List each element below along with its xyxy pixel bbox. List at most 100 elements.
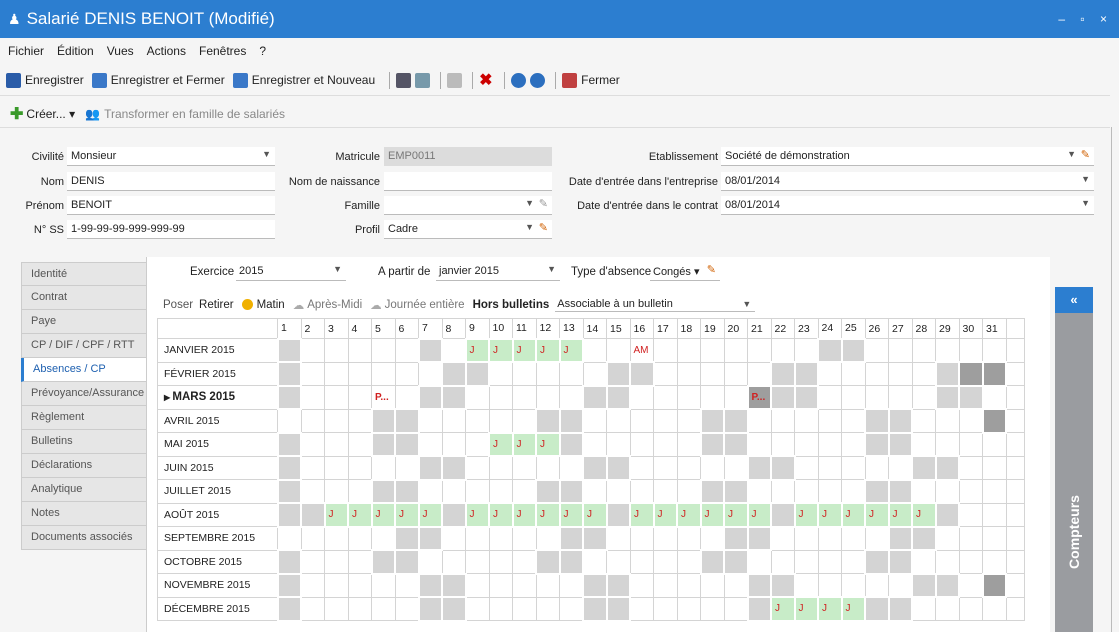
day-cell[interactable] (700, 361, 725, 386)
day-cell[interactable] (418, 479, 443, 504)
transform-button[interactable]: 👥 Transformer en famille de salariés (85, 107, 285, 121)
day-cell[interactable] (653, 338, 678, 363)
day-cell[interactable] (300, 596, 325, 621)
day-cell[interactable] (841, 385, 866, 410)
day-cell[interactable] (324, 573, 349, 598)
day-cell[interactable]: J (464, 337, 490, 363)
day-cell[interactable] (582, 549, 607, 574)
day-cell[interactable]: J (887, 502, 913, 528)
edit-icon[interactable]: ✎ (707, 263, 716, 276)
day-cell[interactable] (441, 384, 467, 410)
day-cell[interactable] (887, 408, 913, 434)
day-cell[interactable] (958, 549, 983, 574)
day-cell[interactable] (653, 432, 678, 457)
save-close-button[interactable]: Enregistrer et Fermer (91, 72, 225, 88)
day-cell[interactable] (512, 479, 537, 504)
day-cell[interactable] (746, 455, 772, 481)
day-cell[interactable] (629, 596, 654, 621)
day-cell[interactable] (559, 596, 584, 621)
etablissement-select[interactable]: Société de démonstration ▼ ✎ (721, 147, 1094, 166)
previous-icon[interactable] (511, 72, 527, 88)
day-cell[interactable] (276, 384, 302, 410)
day-cell[interactable] (676, 385, 701, 410)
day-cell[interactable]: J (911, 502, 937, 528)
day-cell[interactable] (817, 526, 842, 551)
day-cell[interactable] (300, 408, 325, 433)
day-cell[interactable] (864, 431, 890, 457)
day-cell[interactable] (700, 338, 725, 363)
day-cell[interactable] (465, 385, 490, 410)
day-cell[interactable]: P... (746, 384, 772, 410)
day-cell[interactable] (606, 549, 631, 574)
day-cell[interactable] (794, 573, 819, 598)
day-cell[interactable] (441, 502, 467, 528)
day-cell[interactable] (488, 596, 513, 621)
day-cell[interactable] (417, 525, 443, 551)
day-cell[interactable] (700, 526, 725, 551)
day-cell[interactable]: J (723, 502, 749, 528)
day-cell[interactable] (300, 455, 325, 480)
day-cell[interactable] (370, 549, 396, 575)
day-cell[interactable] (958, 455, 983, 480)
day-cell[interactable] (888, 573, 913, 598)
day-cell[interactable] (371, 361, 396, 386)
day-cell[interactable]: J (535, 337, 561, 363)
day-cell[interactable] (347, 526, 372, 551)
day-cell[interactable] (394, 385, 419, 410)
day-cell[interactable] (817, 361, 842, 386)
tab-declarations[interactable]: Déclarations (21, 454, 147, 478)
day-cell[interactable] (606, 408, 631, 433)
day-cell[interactable] (582, 455, 608, 481)
day-cell[interactable] (864, 385, 889, 410)
day-cell[interactable] (817, 337, 843, 363)
day-cell[interactable] (723, 549, 749, 575)
day-cell[interactable]: J (793, 502, 819, 528)
exercice-select[interactable]: 2015 ▼ (236, 262, 346, 281)
nss-field[interactable]: 1-99-99-99-999-999-99 (67, 220, 275, 239)
day-cell[interactable] (770, 526, 795, 551)
day-cell[interactable] (864, 455, 889, 480)
day-cell[interactable]: J (488, 337, 514, 363)
day-cell[interactable] (794, 479, 819, 504)
day-cell[interactable] (676, 573, 701, 598)
day-cell[interactable] (958, 384, 984, 410)
day-cell[interactable] (418, 432, 443, 457)
day-cell[interactable] (700, 573, 725, 598)
day-cell[interactable] (864, 408, 890, 434)
day-cell[interactable] (700, 455, 725, 480)
create-button[interactable]: Créer... ▾ (26, 107, 75, 121)
day-cell[interactable] (347, 549, 372, 574)
day-cell[interactable] (441, 408, 466, 433)
day-cell[interactable] (512, 573, 537, 598)
day-cell[interactable]: J (464, 502, 490, 528)
day-cell[interactable] (958, 408, 983, 433)
day-cell[interactable] (888, 385, 913, 410)
edit-icon[interactable]: ✎ (1081, 148, 1090, 161)
day-cell[interactable] (747, 408, 772, 433)
day-cell[interactable]: J (535, 502, 561, 528)
day-cell[interactable] (347, 361, 372, 386)
day-cell[interactable] (887, 525, 913, 551)
day-cell[interactable]: J (746, 502, 772, 528)
day-cell[interactable] (535, 361, 560, 386)
day-cell[interactable] (465, 549, 490, 574)
day-cell[interactable] (747, 479, 772, 504)
from-select[interactable]: janvier 2015 ▼ (436, 262, 560, 281)
day-cell[interactable] (417, 337, 443, 363)
day-cell[interactable] (535, 408, 561, 434)
save-new-button[interactable]: Enregistrer et Nouveau (232, 72, 375, 88)
day-cell[interactable] (629, 385, 654, 410)
day-cell[interactable] (653, 526, 678, 551)
day-cell[interactable] (699, 431, 725, 457)
day-cell[interactable]: J (652, 502, 678, 528)
day-cell[interactable] (535, 596, 560, 621)
day-cell[interactable] (512, 526, 537, 551)
tab-reglement[interactable]: Règlement (21, 406, 147, 430)
counters-title[interactable]: Compteurs (1066, 495, 1082, 569)
day-cell[interactable] (911, 455, 937, 481)
day-cell[interactable] (394, 338, 419, 363)
day-cell[interactable] (488, 573, 513, 598)
day-cell[interactable] (276, 337, 302, 363)
day-cell[interactable]: J (417, 502, 443, 528)
day-cell[interactable] (653, 549, 678, 574)
